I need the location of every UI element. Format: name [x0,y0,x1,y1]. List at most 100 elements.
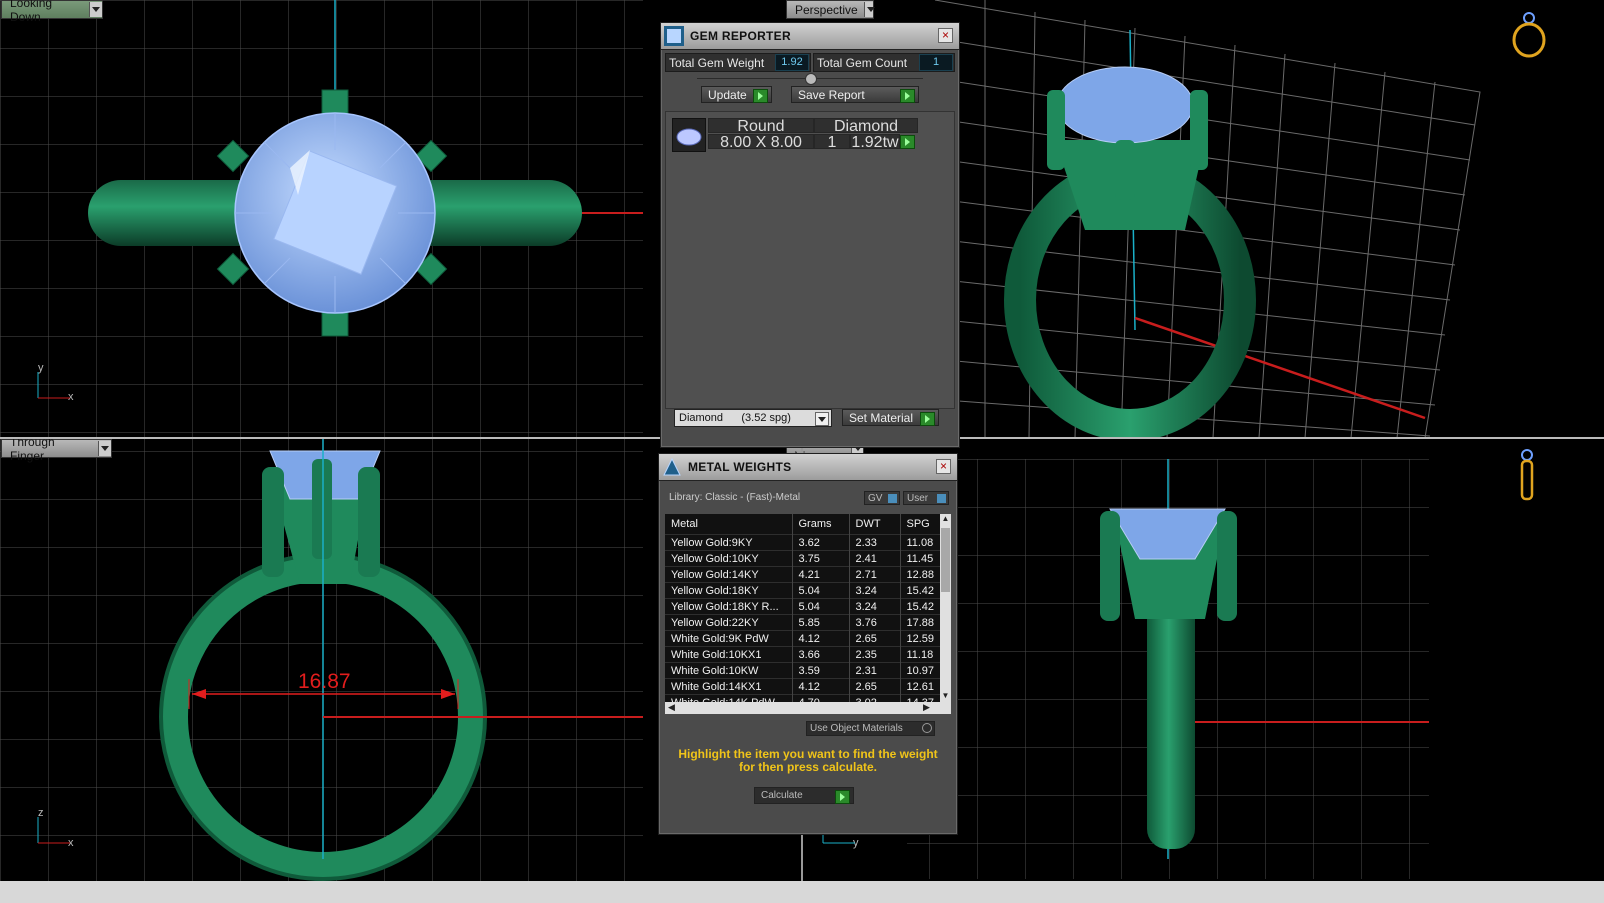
gv-toggle[interactable]: GV [864,491,900,505]
close-icon[interactable]: × [938,28,953,43]
cell-grams: 4.12 [792,678,850,695]
save-report-button[interactable]: Save Report [791,86,919,103]
material-select[interactable]: Diamond (3.52 spg) [674,409,832,427]
gem-reporter-panel[interactable]: GEM REPORTER × Total Gem Weight 1.92 Tot… [660,22,960,448]
metal-weights-panel[interactable]: METAL WEIGHTS × Library: Classic - (Fast… [658,453,958,835]
cell-dwt: 3.24 [849,598,901,615]
table-row[interactable]: Yellow Gold:18KY 5.04 3.24 15.42 [665,582,944,599]
cell-dwt: 3.76 [849,614,901,631]
table-row[interactable]: Yellow Gold:18KY R... 5.04 3.24 15.42 [665,598,944,615]
play-icon [920,412,935,426]
gem-weight: 1.92tw [850,134,900,151]
table-row[interactable]: Yellow Gold:14KY 4.21 2.71 12.88 [665,566,944,583]
gear-icon [922,723,932,733]
total-gem-weight-label: Total Gem Weight [669,55,765,70]
total-gem-count-value: 1 [919,54,953,71]
cell-dwt: 3.24 [849,582,901,599]
use-object-materials-toggle[interactable]: Use Object Materials [806,721,935,736]
gem-material: Diamond [814,118,918,135]
set-material-button[interactable]: Set Material [842,409,939,426]
total-gem-weight-value: 1.92 [775,54,809,71]
total-gem-count-label: Total Gem Count [817,55,908,70]
scroll-down-icon[interactable]: ▼ [940,691,951,702]
cell-grams: 4.12 [792,630,850,647]
metal-weights-titlebar[interactable]: METAL WEIGHTS × [659,454,957,481]
calculate-hint: Highlight the item you want to find the … [678,747,938,774]
cell-grams: 5.85 [792,614,850,631]
cell-metal: Yellow Gold:18KY [665,582,793,599]
cell-grams: 3.66 [792,646,850,663]
view-mode-dropdown[interactable]: Perspective [786,0,876,19]
gem-detail-button[interactable] [900,134,916,149]
table-row[interactable]: Yellow Gold:10KY 3.75 2.41 11.45 [665,550,944,567]
play-icon [900,89,915,103]
play-icon [753,89,768,103]
calculate-label: Calculate [761,790,803,801]
gem-shape: Round [708,118,814,135]
play-icon [900,135,915,149]
gem-size: 8.00 X 8.00 [708,134,814,151]
column-header-grams[interactable]: Grams [792,514,850,535]
inner-diameter-dimension: 16.87 [298,670,351,693]
viewport-through-finger[interactable]: 16.87 Through Finger z x [0,439,643,881]
cell-spg: 15.42 [900,582,944,599]
side-navigator-icon[interactable] [1512,449,1542,504]
axis-gizmo-icon [37,372,70,399]
user-label: User [907,492,929,504]
cell-spg: 10.97 [900,662,944,679]
column-header-dwt[interactable]: DWT [849,514,901,535]
column-header-spg[interactable]: SPG [900,514,944,535]
close-icon[interactable]: × [936,459,951,474]
table-row[interactable]: White Gold:14KX1 4.12 2.65 12.61 [665,678,944,695]
cell-grams: 5.04 [792,598,850,615]
column-header-metal[interactable]: Metal [665,514,793,535]
chevron-down-icon [863,2,876,17]
cell-spg: 15.42 [900,598,944,615]
toggle-indicator-icon [888,494,897,503]
view-mode-dropdown[interactable]: Through Finger [1,439,112,463]
gem-list[interactable]: Round Diamond 8.00 X 8.00 1 1.92tw [665,111,955,409]
scroll-up-icon[interactable]: ▲ [940,514,951,525]
cell-dwt: 2.35 [849,646,901,663]
view-mode-dropdown[interactable]: Looking Down [1,0,103,24]
update-button[interactable]: Update [701,86,772,103]
metal-table-container[interactable]: Metal Grams DWT SPG Yellow Gold:9KY 3.62 2… [665,514,951,714]
cell-metal: White Gold:14KX1 [665,678,793,695]
vertical-scrollbar[interactable]: ▲ ▼ [940,514,951,702]
update-label: Update [708,87,747,102]
scroll-thumb[interactable] [941,528,950,592]
gem-list-row[interactable]: Round Diamond 8.00 X 8.00 1 1.92tw [672,118,932,152]
metal-table[interactable]: Metal Grams DWT SPG Yellow Gold:9KY 3.62 2… [665,514,944,710]
metal-weight-icon [663,457,681,476]
cell-grams: 3.59 [792,662,850,679]
cell-dwt: 2.33 [849,534,901,551]
table-row[interactable]: Yellow Gold:22KY 5.85 3.76 17.88 [665,614,944,631]
library-label: Library: Classic - (Fast)-Metal [669,492,801,503]
table-row[interactable]: White Gold:10KW 3.59 2.31 10.97 [665,662,944,679]
gem-reporter-titlebar[interactable]: GEM REPORTER × [661,23,959,50]
chevron-down-icon [89,2,102,17]
chevron-down-icon [98,441,111,456]
splitter-handle[interactable] [805,73,817,85]
material-select-value: Diamond (3.52 spg) [679,412,791,424]
ring-navigator-icon[interactable] [1509,10,1549,60]
table-row[interactable]: White Gold:9K PdW 4.12 2.65 12.59 [665,630,944,647]
cell-dwt: 2.65 [849,678,901,695]
viewport-looking-down[interactable]: Looking Down y x [0,0,643,438]
gv-label: GV [868,492,883,504]
cell-metal: Yellow Gold:14KY [665,566,793,583]
gem-icon [676,128,702,146]
calculate-button[interactable]: Calculate [754,787,854,804]
table-row[interactable]: White Gold:10KX1 3.66 2.35 11.18 [665,646,944,663]
cell-spg: 11.45 [900,550,944,567]
cell-spg: 11.08 [900,534,944,551]
horizontal-scrollbar[interactable]: ◀ ▶ [665,702,951,714]
cell-spg: 17.88 [900,614,944,631]
table-row[interactable]: Yellow Gold:9KY 3.62 2.33 11.08 [665,534,944,551]
user-toggle[interactable]: User [903,491,949,505]
cell-dwt: 2.31 [849,662,901,679]
round-gem-thumbnail [672,118,706,152]
toggle-indicator-icon [937,494,946,503]
scroll-right-icon[interactable]: ▶ [923,702,930,713]
scroll-left-icon[interactable]: ◀ [668,702,675,713]
